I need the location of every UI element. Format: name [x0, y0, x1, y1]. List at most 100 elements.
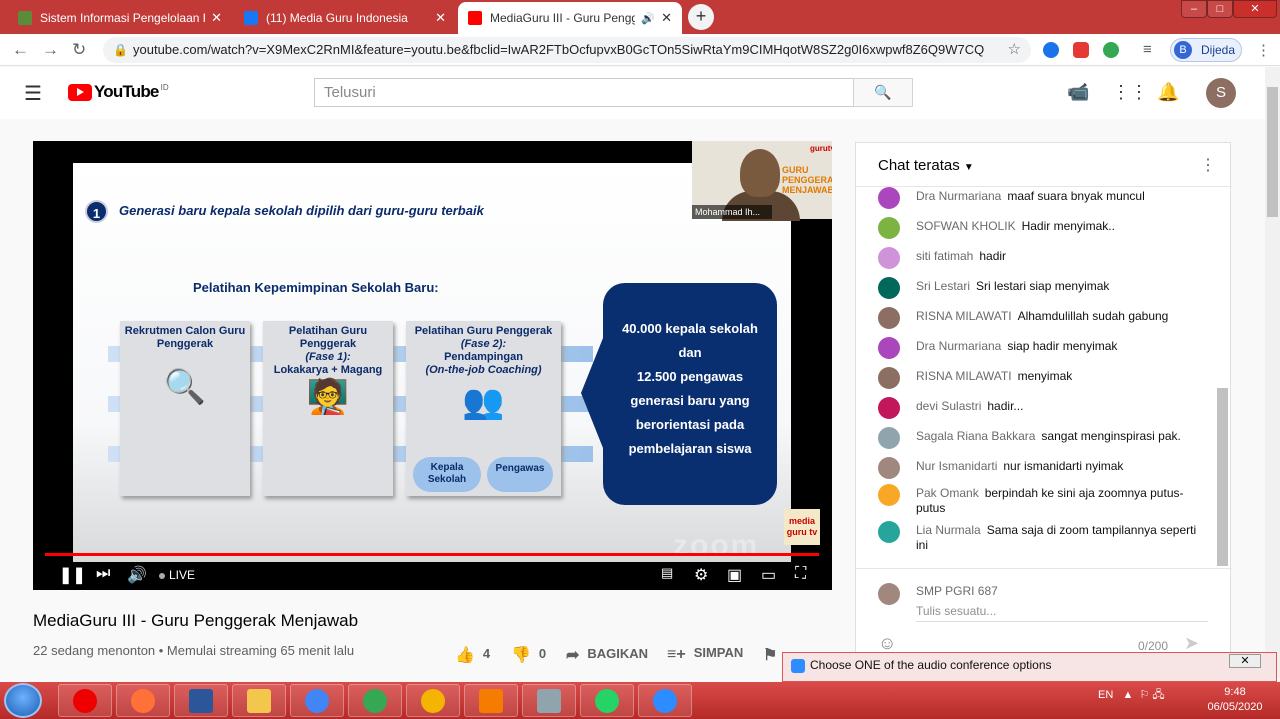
- minimize-window-button[interactable]: –: [1181, 0, 1207, 18]
- browser-menu-icon[interactable]: ⋮: [1256, 41, 1271, 59]
- settings-gear-icon[interactable]: ⚙: [694, 565, 708, 585]
- page-scrollbar[interactable]: [1265, 67, 1280, 679]
- zoom-notification[interactable]: Choose ONE of the audio conference optio…: [782, 652, 1277, 682]
- author-avatar[interactable]: [878, 217, 900, 239]
- author-avatar[interactable]: [878, 247, 900, 269]
- message-author[interactable]: RISNA MILAWATI: [916, 369, 1012, 383]
- tab-sistem-informasi[interactable]: Sistem Informasi Pengelolaan Ke ✕: [8, 2, 232, 34]
- chat-mode-dropdown[interactable]: Chat teratas ▼: [878, 157, 974, 174]
- zoom-taskbar-button[interactable]: [638, 684, 692, 717]
- search-input[interactable]: Telusuri: [314, 78, 854, 107]
- author-avatar[interactable]: [878, 457, 900, 479]
- youtube-logo[interactable]: YouTube ID: [68, 82, 169, 102]
- chrome-taskbar-button[interactable]: [290, 684, 344, 717]
- firefox-taskbar-button[interactable]: [116, 684, 170, 717]
- search-button[interactable]: 🔍: [853, 78, 913, 107]
- author-avatar[interactable]: [878, 397, 900, 419]
- message-author[interactable]: devi Sulastri: [916, 399, 981, 413]
- extension-icon[interactable]: [1043, 42, 1059, 58]
- whatsapp-taskbar-button[interactable]: [580, 684, 634, 717]
- address-bar[interactable]: 🔒 youtube.com/watch?v=X9MexC2RnMI&featur…: [103, 37, 1031, 63]
- chat-message-input[interactable]: Tulis sesuatu...: [916, 604, 1208, 622]
- theater-mode-icon[interactable]: ▭: [761, 565, 776, 585]
- message-author[interactable]: Sri Lestari: [916, 279, 970, 293]
- forward-icon[interactable]: →: [42, 40, 59, 60]
- like-button[interactable]: 👍 4: [455, 645, 490, 665]
- system-tray[interactable]: EN ▲ ⚐ 🖧: [1098, 686, 1165, 705]
- message-author[interactable]: siti fatimah: [916, 249, 973, 263]
- close-tab-icon[interactable]: ✕: [435, 10, 446, 26]
- author-avatar[interactable]: [878, 484, 900, 506]
- dislike-button[interactable]: 👎 0: [511, 645, 546, 665]
- notifications-bell-icon[interactable]: 🔔: [1157, 82, 1179, 103]
- explorer-taskbar-button[interactable]: [232, 684, 286, 717]
- share-button[interactable]: ➦ BAGIKAN: [566, 645, 648, 665]
- bookmark-star-icon[interactable]: ☆: [1008, 37, 1021, 63]
- next-icon[interactable]: ⏭: [96, 565, 110, 583]
- miniplayer-icon[interactable]: ▣: [727, 565, 742, 585]
- share-arrow-icon: ➦: [566, 647, 580, 664]
- network-taskbar-button[interactable]: [522, 684, 576, 717]
- video-player[interactable]: 1 Generasi baru kepala sekolah dipilih d…: [33, 141, 832, 590]
- lock-icon[interactable]: 🔒: [113, 37, 128, 63]
- create-video-icon[interactable]: 📹: [1067, 82, 1089, 103]
- author-avatar[interactable]: [878, 307, 900, 329]
- message-author[interactable]: Dra Nurmariana: [916, 189, 1001, 203]
- captions-icon[interactable]: ▤: [661, 565, 673, 581]
- chat-scrollbar[interactable]: [1217, 388, 1228, 566]
- audio-playing-icon[interactable]: 🔊: [641, 12, 655, 25]
- new-tab-button[interactable]: +: [688, 4, 714, 30]
- start-button[interactable]: [4, 683, 42, 718]
- emoji-icon[interactable]: ☺: [878, 633, 896, 654]
- progress-bar[interactable]: [45, 553, 819, 556]
- fullscreen-icon[interactable]: ⛶: [795, 565, 806, 583]
- tab-media-guru-indonesia[interactable]: (11) Media Guru Indonesia ✕: [234, 2, 456, 34]
- extension-icon[interactable]: [1073, 42, 1089, 58]
- author-avatar[interactable]: [878, 367, 900, 389]
- language-indicator[interactable]: EN: [1098, 689, 1113, 701]
- close-window-button[interactable]: ✕: [1233, 0, 1277, 18]
- reload-icon[interactable]: ↻: [72, 40, 86, 60]
- apps-grid-icon[interactable]: ⋮⋮: [1112, 82, 1148, 103]
- send-icon[interactable]: ➤: [1184, 633, 1199, 654]
- message-author[interactable]: Pak Omank: [916, 486, 979, 500]
- recruitment-icon: 🔍: [163, 368, 207, 406]
- author-avatar[interactable]: [878, 187, 900, 209]
- user-avatar[interactable]: S: [1206, 78, 1236, 108]
- author-avatar[interactable]: [878, 427, 900, 449]
- author-avatar[interactable]: [878, 277, 900, 299]
- app-taskbar-button[interactable]: [406, 684, 460, 717]
- flag-tray-icon[interactable]: ⚐: [1139, 689, 1149, 701]
- chat-more-icon[interactable]: ⋮: [1200, 155, 1216, 175]
- media-control-icon[interactable]: ≡: [1143, 41, 1152, 58]
- message-author[interactable]: Sagala Riana Bakkara: [916, 429, 1035, 443]
- close-tab-icon[interactable]: ✕: [661, 10, 672, 26]
- tab-mediaguru-youtube[interactable]: MediaGuru III - Guru Pengge 🔊 ✕: [458, 2, 682, 34]
- media-player-taskbar-button[interactable]: [464, 684, 518, 717]
- network-tray-icon[interactable]: 🖧: [1152, 689, 1164, 701]
- message-author[interactable]: Lia Nurmala: [916, 523, 981, 537]
- close-tab-icon[interactable]: ✕: [211, 10, 222, 26]
- pause-icon[interactable]: ❚❚: [59, 565, 86, 585]
- save-button[interactable]: ≡+ SIMPAN: [667, 645, 743, 664]
- profile-button[interactable]: B Dijeda: [1170, 38, 1242, 62]
- volume-icon[interactable]: 🔊: [127, 565, 147, 585]
- maximize-window-button[interactable]: □: [1207, 0, 1233, 18]
- author-avatar[interactable]: [878, 337, 900, 359]
- close-notification-button[interactable]: ✕: [1229, 654, 1261, 668]
- scrollbar-thumb[interactable]: [1267, 87, 1278, 217]
- author-avatar[interactable]: [878, 521, 900, 543]
- opera-taskbar-button[interactable]: [58, 684, 112, 717]
- word-taskbar-button[interactable]: [174, 684, 228, 717]
- tray-expand-icon[interactable]: ▲: [1122, 689, 1133, 701]
- message-author[interactable]: RISNA MILAWATI: [916, 309, 1012, 323]
- message-author[interactable]: Nur Ismanidarti: [916, 459, 997, 473]
- chrome-profile-taskbar-button[interactable]: [348, 684, 402, 717]
- back-icon[interactable]: ←: [12, 40, 29, 60]
- message-author[interactable]: Dra Nurmariana: [916, 339, 1001, 353]
- message-author[interactable]: SOFWAN KHOLIK: [916, 219, 1016, 233]
- extension-icon[interactable]: [1103, 42, 1119, 58]
- hamburger-menu-icon[interactable]: ☰: [24, 81, 42, 106]
- taskbar-clock[interactable]: 9:48 06/05/2020: [1200, 685, 1270, 715]
- live-indicator[interactable]: LIVE: [159, 568, 195, 582]
